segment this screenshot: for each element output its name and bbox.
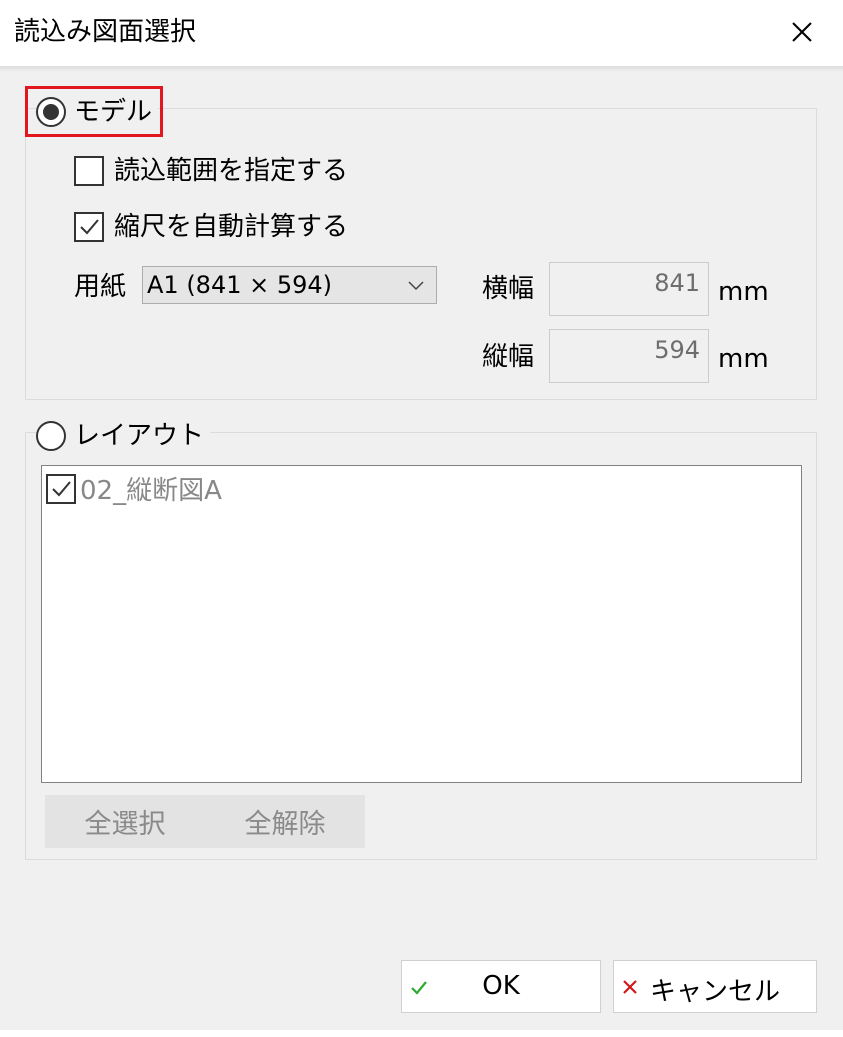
list-item[interactable]: 02_縦断図A	[46, 470, 222, 507]
range-checkbox-label: 読込範囲を指定する	[114, 156, 349, 186]
close-icon	[792, 22, 812, 42]
layout-radio[interactable]: レイアウト	[36, 419, 211, 453]
deselect-all-button[interactable]: 全解除	[205, 795, 365, 848]
width-unit: mm	[718, 277, 769, 307]
paper-select[interactable]: A1 (841 × 594)	[142, 266, 437, 304]
width-label: 横幅	[482, 274, 535, 304]
cancel-button[interactable]: キャンセル	[613, 960, 817, 1013]
list-item-label: 02_縦断図A	[80, 476, 222, 506]
title-bar: 読込み図面選択	[0, 0, 843, 66]
list-item-checkbox[interactable]	[46, 473, 76, 504]
check-icon	[52, 480, 71, 496]
window-title: 読込み図面選択	[14, 17, 197, 47]
height-unit: mm	[718, 344, 769, 374]
height-label: 縦幅	[482, 342, 535, 372]
bottom-edge	[0, 1030, 843, 1037]
close-button[interactable]	[774, 10, 830, 54]
layout-radio-indicator[interactable]	[36, 421, 66, 451]
cancel-button-label: キャンセル	[649, 977, 780, 1007]
check-icon	[80, 219, 99, 235]
range-checkbox[interactable]: 読込範囲を指定する	[74, 154, 348, 188]
ok-button[interactable]: OK	[401, 960, 601, 1013]
width-field[interactable]: 841	[549, 262, 709, 316]
paper-label: 用紙	[74, 272, 127, 302]
auto-scale-checkbox-box[interactable]	[74, 212, 104, 242]
range-checkbox-box[interactable]	[74, 156, 104, 186]
chevron-down-icon	[408, 281, 424, 291]
focus-outline	[25, 86, 163, 137]
layout-list[interactable]: 02_縦断図A	[41, 465, 802, 783]
title-divider	[0, 66, 843, 72]
auto-scale-checkbox-label: 縮尺を自動計算する	[114, 212, 349, 242]
select-all-button[interactable]: 全選択	[45, 795, 205, 848]
paper-select-value: A1 (841 × 594)	[147, 271, 333, 299]
auto-scale-checkbox[interactable]: 縮尺を自動計算する	[74, 210, 348, 244]
layout-radio-label: レイアウト	[74, 421, 205, 451]
ok-button-label: OK	[482, 971, 520, 1001]
height-field[interactable]: 594	[549, 329, 709, 383]
